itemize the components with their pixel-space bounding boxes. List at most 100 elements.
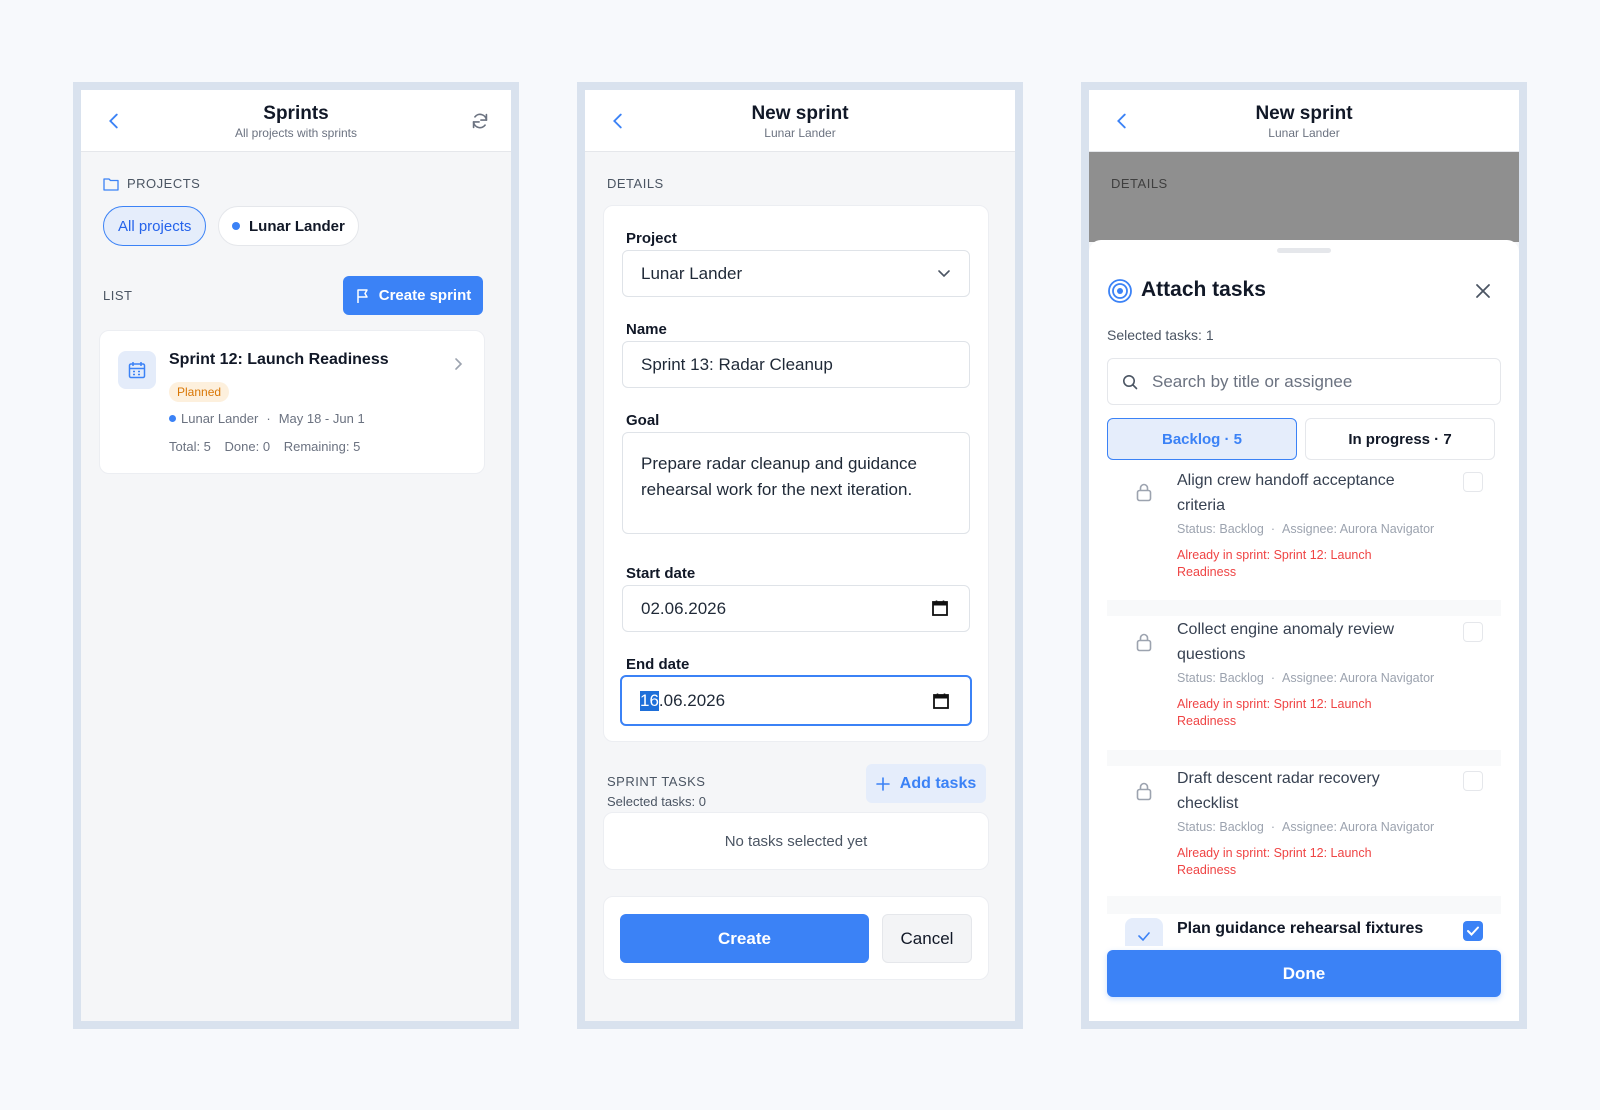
task-warning: Already in sprint: Sprint 12: Launch Rea…: [1177, 846, 1372, 877]
page-title: New sprint: [1255, 103, 1353, 124]
task-assignee: Assignee: Aurora Navigator: [1282, 522, 1435, 536]
back-chevron-icon[interactable]: [1111, 110, 1133, 132]
sprint-dates: May 18 - Jun 1: [278, 411, 365, 426]
add-tasks-button[interactable]: Add tasks: [866, 764, 986, 803]
task-divider: [1107, 750, 1501, 766]
sprint-tasks-label: SPRINT TASKS: [607, 774, 706, 789]
project-dot: [169, 415, 176, 422]
back-chevron-icon[interactable]: [103, 110, 125, 132]
refresh-icon[interactable]: [469, 110, 491, 132]
task-status: Status: Backlog: [1177, 522, 1264, 536]
done-button-label: Done: [1282, 963, 1326, 983]
task-checkbox[interactable]: [1463, 472, 1483, 492]
empty-tasks-text: No tasks selected yet: [724, 832, 868, 850]
start-date-value: 02.06.2026: [641, 598, 727, 618]
sprint-total: Total: 5: [169, 439, 211, 454]
task-item[interactable]: Align crew handoff acceptance criteria S…: [1107, 468, 1501, 600]
close-icon[interactable]: [1475, 283, 1491, 299]
calendar-picker-icon[interactable]: [931, 599, 949, 617]
name-label: Name: [626, 321, 667, 338]
project-select-value: Lunar Lander: [641, 263, 743, 283]
plus-icon: [875, 776, 890, 791]
task-item-selected[interactable]: Plan guidance rehearsal fixtures: [1107, 914, 1501, 946]
sprint-stats: Total: 5 Done: 0 Remaining: 5: [169, 439, 360, 454]
chip-all-projects[interactable]: All projects: [103, 206, 207, 246]
project-label: Project: [626, 230, 677, 247]
empty-tasks-box: No tasks selected yet: [603, 812, 989, 870]
sprints-screen: Sprints All projects with sprints PROJEC…: [81, 90, 511, 1021]
task-title: Plan guidance rehearsal fixtures: [1177, 920, 1424, 937]
project-dot: [232, 222, 240, 230]
task-assignee: Assignee: Aurora Navigator: [1282, 820, 1435, 834]
create-button-label: Create: [718, 928, 771, 948]
goal-textarea-value: Prepare radar cleanup and guidance rehea…: [641, 454, 917, 499]
tab-label: In progress · 7: [1348, 430, 1452, 448]
task-status: Status: Backlog: [1177, 820, 1264, 834]
sprint-card[interactable]: Sprint 12: Launch Readiness Planned Luna…: [99, 330, 485, 474]
task-divider: [1107, 600, 1501, 616]
sheet-drag-handle[interactable]: [1277, 248, 1331, 253]
create-sprint-button[interactable]: Create sprint: [343, 276, 483, 315]
selected-tasks-count: Selected tasks: 0: [607, 794, 706, 809]
details-label: DETAILS: [607, 176, 664, 191]
new-sprint-screen: New sprint Lunar Lander DETAILS Project …: [585, 90, 1015, 1021]
goal-textarea[interactable]: Prepare radar cleanup and guidance rehea…: [622, 432, 970, 534]
target-icon: [1108, 279, 1132, 303]
task-title: Draft descent radar recovery checklist: [1177, 770, 1380, 812]
task-checkbox[interactable]: [1463, 622, 1483, 642]
done-button[interactable]: Done: [1107, 950, 1501, 997]
sprint-meta: Lunar Lander · May 18 - Jun 1: [169, 411, 365, 426]
create-sprint-label: Create sprint: [378, 287, 472, 304]
chevron-down-icon: [938, 270, 950, 278]
end-date-day-selected: 16: [640, 690, 659, 711]
check-icon: [1125, 918, 1163, 946]
details-label: DETAILS: [1111, 176, 1168, 191]
task-warning: Already in sprint: Sprint 12: Launch Rea…: [1177, 697, 1372, 728]
task-list[interactable]: Align crew handoff acceptance criteria S…: [1089, 468, 1519, 946]
sprint-project: Lunar Lander: [181, 411, 259, 426]
name-field[interactable]: Sprint 13: Radar Cleanup: [622, 341, 970, 388]
lock-icon: [1136, 782, 1152, 801]
cancel-button[interactable]: Cancel: [882, 914, 972, 963]
chip-lunar-lander[interactable]: Lunar Lander: [218, 206, 359, 246]
task-meta: Status: Backlog · Assignee: Aurora Navigat…: [1177, 671, 1435, 685]
task-item[interactable]: Collect engine anomaly review questions …: [1107, 616, 1501, 750]
tab-in-progress[interactable]: In progress · 7: [1305, 418, 1495, 460]
project-select[interactable]: Lunar Lander: [622, 250, 970, 297]
search-input[interactable]: Search by title or assignee: [1107, 358, 1501, 405]
modal-backdrop[interactable]: DETAILS: [1089, 152, 1519, 242]
back-chevron-icon[interactable]: [607, 110, 629, 132]
list-label: LIST: [103, 288, 133, 303]
header: New sprint Lunar Lander: [585, 90, 1015, 152]
task-title: Collect engine anomaly review questions: [1177, 621, 1394, 663]
lock-icon: [1136, 633, 1152, 652]
calendar-icon: [118, 351, 156, 389]
end-date-rest: .06.2026: [658, 690, 726, 710]
lock-icon: [1136, 483, 1152, 502]
task-checkbox[interactable]: [1463, 771, 1483, 791]
task-checkbox-checked[interactable]: [1463, 921, 1483, 941]
selected-tasks-count: Selected tasks: 1: [1107, 327, 1214, 343]
cancel-button-label: Cancel: [900, 928, 954, 948]
calendar-picker-icon[interactable]: [932, 692, 950, 710]
task-meta: Status: Backlog · Assignee: Aurora Navigat…: [1177, 522, 1435, 536]
search-placeholder: Search by title or assignee: [1152, 371, 1353, 391]
start-date-field[interactable]: 02.06.2026: [622, 585, 970, 632]
sprints-screen-frame: Sprints All projects with sprints PROJEC…: [73, 82, 519, 1029]
folder-icon: [103, 177, 119, 191]
page-subtitle: Lunar Lander: [764, 126, 836, 140]
sheet-title: Attach tasks: [1141, 278, 1266, 301]
task-item[interactable]: Draft descent radar recovery checklist S…: [1107, 766, 1501, 896]
page-title: New sprint: [751, 103, 849, 124]
projects-section-header: PROJECTS: [103, 176, 200, 191]
tab-backlog[interactable]: Backlog · 5: [1107, 418, 1297, 460]
actions-card: Create Cancel: [603, 896, 989, 980]
details-card: Project Lunar Lander Name Sprint 13: Rad…: [603, 205, 989, 742]
goal-label: Goal: [626, 412, 660, 429]
sprint-name: Sprint 12: Launch Readiness: [169, 351, 389, 368]
attach-tasks-screen: New sprint Lunar Lander DETAILS Attach t…: [1089, 90, 1519, 1021]
end-date-field[interactable]: 16.06.2026: [620, 675, 972, 726]
chip-label: All projects: [118, 217, 192, 235]
task-title: Align crew handoff acceptance criteria: [1177, 472, 1395, 514]
create-button[interactable]: Create: [620, 914, 869, 963]
